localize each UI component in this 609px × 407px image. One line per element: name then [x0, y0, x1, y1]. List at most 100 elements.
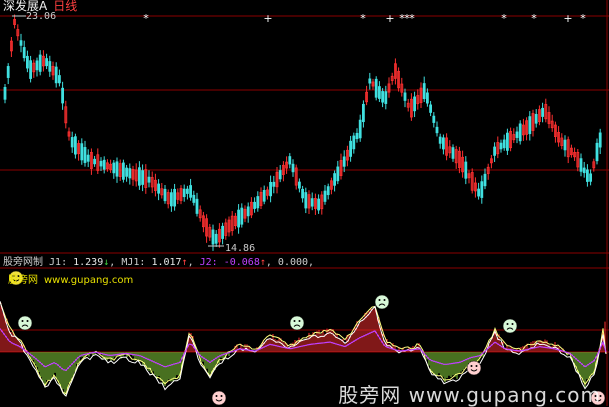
candle-body	[333, 173, 337, 186]
candle-body	[358, 119, 362, 139]
candle-body	[323, 190, 327, 202]
candle-body	[582, 167, 586, 174]
candle-body	[361, 103, 365, 123]
candle-body	[192, 194, 196, 203]
candle-body	[80, 143, 84, 161]
candle-body	[128, 168, 132, 179]
sad-face-icon-eye	[378, 299, 381, 301]
candle-body	[195, 198, 199, 214]
mj1-arrow-icon: ↑	[181, 257, 188, 268]
candle-body	[115, 161, 119, 177]
signal-marker: *	[360, 12, 366, 25]
candle-body	[429, 104, 433, 113]
candle-body	[589, 173, 592, 182]
candle-body	[435, 126, 439, 134]
sad-face-icon-eye	[21, 320, 24, 322]
indicator-name[interactable]: 股旁网制	[3, 257, 43, 268]
candle-body	[93, 158, 96, 165]
site-url[interactable]: www.gupang.com	[44, 275, 133, 286]
candle-body	[413, 96, 417, 112]
candle-body	[74, 136, 77, 155]
candle-body	[22, 47, 26, 59]
period-label[interactable]: 日线	[53, 0, 77, 13]
candle-body	[3, 87, 7, 100]
candle-body	[438, 136, 442, 144]
sad-face-icon-eye	[383, 299, 386, 301]
signal-marker: *	[580, 12, 586, 25]
candle-body	[182, 188, 186, 198]
candle-body	[86, 154, 90, 162]
low-price-value: 14.86	[225, 243, 256, 254]
candle-body	[381, 91, 385, 103]
sad-face-icon	[289, 315, 305, 331]
j1-label: J1:	[49, 257, 68, 268]
sad-face-icon-eye	[298, 320, 301, 322]
candle-body	[480, 181, 484, 198]
candle-body	[122, 162, 125, 180]
happy-face-icon	[211, 390, 227, 406]
high-price-label: 23.06	[26, 10, 56, 23]
candle-body	[70, 137, 74, 148]
mj1-value: 1.017	[151, 257, 182, 268]
signal-marker: *	[531, 12, 537, 25]
candle-body	[422, 83, 426, 99]
j2-label: J2:	[199, 257, 218, 268]
candle-body	[173, 188, 177, 207]
happy-face-icon	[466, 360, 482, 376]
mj1-label: MJ1:	[121, 257, 146, 268]
candle-body	[349, 140, 353, 157]
candle-body	[464, 161, 468, 179]
candle-body	[240, 207, 244, 225]
candle-body	[595, 142, 599, 162]
candle-body	[269, 182, 273, 197]
candle-body	[317, 198, 321, 211]
sad-face-icon	[17, 315, 33, 331]
happy-face-icon-eye	[475, 365, 478, 367]
candle-body	[483, 173, 487, 187]
candle-body	[256, 196, 260, 209]
high-price-value: 23.06	[26, 11, 57, 22]
candle-body	[384, 91, 388, 104]
chart-canvas: * + * + * * * * * + *	[0, 0, 609, 406]
candle-body	[6, 66, 10, 78]
candle-body	[278, 170, 282, 180]
candle-body	[45, 58, 48, 67]
candle-body	[505, 132, 509, 151]
candle-body	[336, 166, 340, 182]
candle-body	[425, 92, 429, 104]
site-name: 股旁网	[8, 275, 38, 286]
sad-face-icon-eye	[26, 320, 29, 322]
candle-body	[342, 156, 346, 167]
sad-face-icon	[502, 318, 518, 334]
j2-arrow-icon: ↑	[259, 257, 266, 268]
watermark: 股旁网 www.gupang.com	[338, 383, 601, 407]
indicator-series	[0, 301, 607, 397]
candle-body	[528, 116, 532, 135]
signal-marker: *	[143, 12, 149, 25]
candle-body	[374, 78, 378, 98]
candle-body	[61, 87, 64, 104]
sad-face-icon-eye	[293, 320, 296, 322]
candle-body	[253, 201, 257, 209]
signal-marker: +	[385, 12, 394, 25]
candle-body	[163, 188, 167, 202]
candle-body	[25, 55, 29, 69]
candle-body	[301, 188, 305, 199]
signal-marker: *	[409, 12, 415, 25]
sad-face-icon-eye	[506, 323, 509, 325]
candle-body	[211, 229, 215, 245]
candle-body	[157, 183, 161, 194]
candle-body	[102, 159, 106, 170]
candle-body	[477, 188, 481, 197]
candle-body	[355, 132, 359, 140]
sad-face-icon-eye	[511, 323, 514, 325]
sad-face-icon	[374, 294, 390, 310]
candle-body	[99, 160, 103, 167]
candle-body	[297, 181, 301, 189]
candle-body	[288, 156, 292, 165]
candle-body	[493, 146, 497, 156]
candle-body	[35, 60, 39, 71]
candle-body	[147, 176, 151, 183]
candle-body	[54, 66, 58, 84]
candle-body	[368, 78, 372, 84]
